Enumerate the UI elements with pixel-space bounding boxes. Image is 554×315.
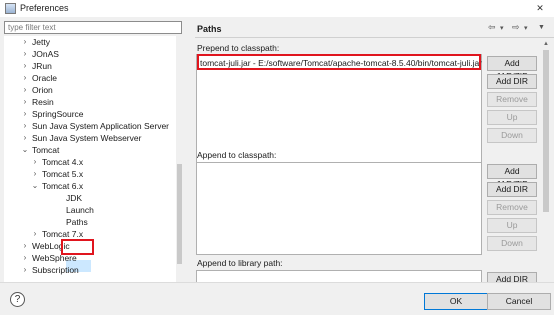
expand-arrow-icon[interactable]: ›	[21, 264, 29, 276]
append-library-path-list[interactable]	[196, 270, 482, 282]
tree-item-launch[interactable]: Launch	[66, 204, 94, 216]
prepend-up-button[interactable]: Up	[487, 110, 537, 125]
expand-arrow-icon[interactable]: ›	[21, 48, 29, 60]
append-add-dir-button[interactable]: Add DIR	[487, 182, 537, 197]
tree-item-label: Launch	[66, 205, 94, 215]
prepend-add-jar-button[interactable]: Add JAR/ZIP	[487, 56, 537, 81]
tree-item-sun-app-server[interactable]: › Sun Java System Application Server	[24, 120, 170, 132]
window-title: Preferences	[20, 3, 69, 13]
append-down-button[interactable]: Down	[487, 236, 537, 251]
title-bar: Preferences ✕	[0, 0, 554, 17]
tree-item-orion[interactable]: › Orion	[24, 84, 53, 96]
tree-item-jonas[interactable]: › JOnAS	[24, 48, 59, 60]
page-scrollbar-thumb[interactable]	[543, 50, 549, 212]
prepend-remove-button[interactable]: Remove	[487, 92, 537, 107]
app-icon	[5, 3, 16, 14]
tree-item-tomcat[interactable]: ⌄ Tomcat	[22, 144, 60, 156]
tree-item-jrun[interactable]: › JRun	[24, 60, 52, 72]
tree-item-label: JDK	[66, 193, 83, 203]
expand-arrow-icon[interactable]: ›	[21, 120, 29, 132]
filter-input[interactable]: type filter text	[4, 21, 182, 34]
button-bar: ? OK Cancel	[0, 282, 554, 315]
tree-item-label: Subscription	[32, 265, 79, 275]
expand-arrow-icon[interactable]: ›	[21, 132, 29, 144]
page-title: Paths	[197, 24, 222, 34]
prepend-add-dir-button[interactable]: Add DIR	[487, 74, 537, 89]
page-scrollbar[interactable]: ▲	[541, 40, 551, 282]
collapse-arrow-icon[interactable]: ⌄	[21, 144, 29, 156]
back-menu-icon[interactable]: ▾	[500, 24, 504, 32]
expand-arrow-icon[interactable]: ›	[31, 168, 39, 180]
dialog-body: type filter text › Jetty › JOnAS › JRun …	[0, 17, 554, 282]
back-arrow-icon[interactable]: ⇦	[488, 22, 496, 33]
ok-button[interactable]: OK	[424, 293, 488, 310]
tree-item-label: Tomcat 5.x	[42, 169, 84, 179]
tree-item-label: Paths	[66, 217, 88, 227]
prepend-down-button[interactable]: Down	[487, 128, 537, 143]
tree-item-springsource[interactable]: › SpringSource	[24, 108, 84, 120]
tree-item-label: JRun	[32, 61, 52, 71]
splitter[interactable]	[184, 17, 194, 282]
forward-arrow-icon[interactable]: ⇨	[512, 22, 520, 33]
tree-scrollbar-thumb[interactable]	[177, 164, 182, 264]
prepend-classpath-label: Prepend to classpath:	[197, 43, 280, 53]
tree-item-label: Tomcat 6.x	[42, 181, 84, 191]
append-library-path-label: Append to library path:	[197, 258, 283, 268]
append-up-button[interactable]: Up	[487, 218, 537, 233]
expand-arrow-icon[interactable]: ›	[21, 36, 29, 48]
entry-annotation-box	[197, 54, 481, 70]
tree-item-jetty[interactable]: › Jetty	[24, 36, 50, 48]
library-add-dir-button[interactable]: Add DIR	[487, 272, 537, 282]
scroll-up-icon[interactable]: ▲	[541, 40, 551, 49]
collapse-arrow-icon[interactable]: ⌄	[31, 180, 39, 192]
tree-item-label: SpringSource	[32, 109, 84, 119]
close-icon[interactable]: ✕	[532, 1, 548, 15]
tree-item-resin[interactable]: › Resin	[24, 96, 54, 108]
append-classpath-list[interactable]	[196, 162, 482, 255]
append-classpath-label: Append to classpath:	[197, 150, 277, 160]
tree-item-label: JOnAS	[32, 49, 59, 59]
tree-item-subscription[interactable]: › Subscription	[24, 264, 79, 276]
append-add-jar-button[interactable]: Add JAR/ZIP	[487, 164, 537, 189]
tree-item-oracle[interactable]: › Oracle	[24, 72, 58, 84]
cancel-button[interactable]: Cancel	[487, 293, 551, 310]
append-remove-button[interactable]: Remove	[487, 200, 537, 215]
tree-item-label: Orion	[32, 85, 53, 95]
help-icon[interactable]: ?	[10, 292, 25, 307]
prepend-classpath-list[interactable]: tomcat-juli.jar - E:/software/Tomcat/apa…	[196, 54, 482, 163]
title-separator	[195, 37, 554, 38]
tree-item-label: Resin	[32, 97, 54, 107]
expand-arrow-icon[interactable]: ›	[21, 84, 29, 96]
tree-item-label: Sun Java System Application Server	[32, 121, 170, 131]
tree-item-label: Oracle	[32, 73, 58, 83]
expand-arrow-icon[interactable]: ›	[21, 60, 29, 72]
tree-item-tomcat-6x[interactable]: ⌄ Tomcat 6.x	[32, 180, 84, 192]
tree-item-sun-webserver[interactable]: › Sun Java System Webserver	[24, 132, 142, 144]
expand-arrow-icon[interactable]: ›	[31, 156, 39, 168]
tree-item-tomcat-5x[interactable]: › Tomcat 5.x	[34, 168, 84, 180]
expand-arrow-icon[interactable]: ›	[21, 252, 29, 264]
tree-item-label: Tomcat 7.x	[42, 229, 84, 239]
view-menu-icon[interactable]: ▼	[538, 24, 545, 31]
tree-item-paths[interactable]: Paths	[66, 216, 88, 228]
expand-arrow-icon[interactable]: ›	[31, 228, 39, 240]
expand-arrow-icon[interactable]: ›	[21, 72, 29, 84]
tree-item-jdk[interactable]: JDK	[66, 192, 82, 204]
tree-item-label: Jetty	[32, 37, 50, 47]
tree-scrollbar[interactable]	[176, 36, 182, 282]
tree-item-label: Tomcat 4.x	[42, 157, 84, 167]
expand-arrow-icon[interactable]: ›	[21, 240, 29, 252]
paths-annotation-box	[61, 239, 94, 255]
expand-arrow-icon[interactable]: ›	[21, 108, 29, 120]
tree-item-label: Tomcat	[32, 145, 60, 155]
forward-menu-icon[interactable]: ▾	[524, 24, 528, 32]
paths-page: Paths ⇦ ▾ ⇨ ▾ ▼ Prepend to classpath: to…	[195, 17, 554, 282]
tree-item-tomcat-4x[interactable]: › Tomcat 4.x	[34, 156, 84, 168]
tree-item-label: Sun Java System Webserver	[32, 133, 142, 143]
expand-arrow-icon[interactable]: ›	[21, 96, 29, 108]
